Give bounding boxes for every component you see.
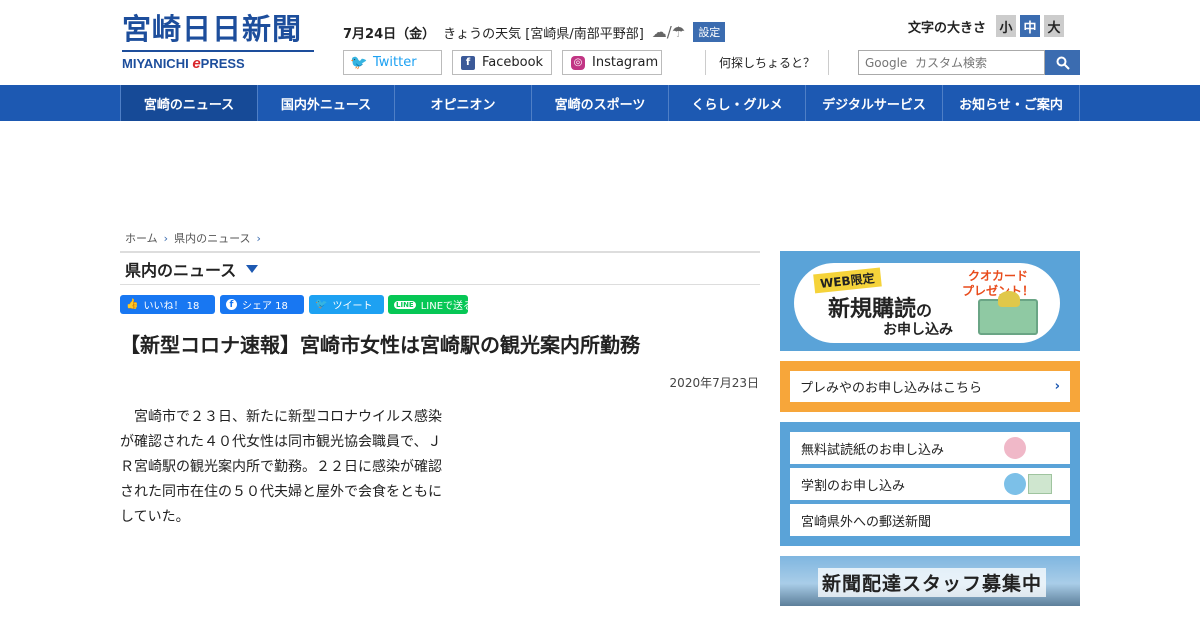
page: 宮崎日日新聞 MIYANICHI ePRESS 7月24日（金） きょうの天気 … — [0, 0, 1200, 630]
mail-delivery-link[interactable]: 宮崎県外への郵送新聞 — [790, 504, 1070, 536]
twitter-label: Twitter — [373, 55, 417, 70]
tweet-button[interactable]: 🐦 ツイート — [309, 295, 384, 314]
nav-item-domestic-international[interactable]: 国内外ニュース — [258, 85, 395, 121]
font-size-medium-button[interactable]: 中 — [1020, 15, 1041, 37]
school-building-icon — [1028, 474, 1052, 494]
article-date: 2020年7月23日 — [669, 376, 759, 390]
breadcrumb-home[interactable]: ホーム — [125, 230, 158, 246]
weather-label[interactable]: きょうの天気 [宮崎県/南部平野部] — [443, 23, 644, 42]
twitter-bird-icon: 🐦 — [315, 299, 328, 310]
subscribe-no-text: の — [916, 301, 933, 320]
twitter-button[interactable]: 🐦 Twitter — [343, 50, 442, 75]
quo-card-icon — [978, 291, 1038, 335]
font-size-selector: 文字の大きさ 小 中 大 — [908, 15, 1065, 37]
font-size-label: 文字の大きさ — [908, 20, 987, 36]
quo-card-present: クオカード プレゼント！ — [962, 269, 1035, 298]
free-trial-label: 無料試読紙のお申し込み — [801, 442, 945, 458]
mail-delivery-label: 宮崎県外への郵送新聞 — [801, 514, 932, 530]
instagram-icon: ◎ — [571, 55, 585, 70]
nav-item-sports[interactable]: 宮崎のスポーツ — [532, 85, 669, 121]
article-body: 宮崎市で２３日、新たに新型コロナウイルス感染が確認された４０代女性は同市観光協会… — [120, 405, 450, 530]
facebook-label: Facebook — [482, 55, 544, 70]
weather-cloud-umbrella-icon: ☁/☂ — [651, 23, 686, 41]
delivery-staff-banner[interactable]: 新聞配達スタッフ募集中 — [780, 556, 1080, 606]
facebook-icon: f — [461, 55, 475, 70]
subscribe-subtext: お申し込み — [883, 322, 953, 338]
mascot-icon — [1004, 437, 1026, 459]
logo-en-suffix: PRESS — [200, 56, 245, 71]
breadcrumb-section[interactable]: 県内のニュース — [174, 230, 250, 246]
chevron-right-icon: › — [256, 231, 261, 245]
chevron-right-icon: › — [1054, 379, 1060, 394]
nav-item-miyazaki-news[interactable]: 宮崎のニュース — [120, 85, 258, 121]
nav-item-life-gourmet[interactable]: くらし・グルメ — [669, 85, 806, 121]
fb-share-label: シェア 18 — [242, 301, 288, 312]
premi-label: プレみやのお申し込みはこちら — [800, 381, 983, 396]
nav-item-digital-services[interactable]: デジタルサービス — [806, 85, 943, 121]
logo-english: MIYANICHI ePRESS — [122, 55, 314, 72]
search-hint-link[interactable]: 何探しちょると？ — [705, 50, 829, 75]
line-share-button[interactable]: LINE LINEで送る — [388, 295, 473, 314]
site-logo[interactable]: 宮崎日日新聞 MIYANICHI ePRESS — [122, 12, 314, 74]
free-trial-link[interactable]: 無料試読紙のお申し込み — [790, 432, 1070, 464]
font-size-large-button[interactable]: 大 — [1044, 15, 1065, 37]
current-date: 7月24日（金） — [343, 26, 436, 42]
facebook-share-button[interactable]: f シェア 18 — [220, 295, 304, 314]
logo-e-mark: e — [192, 55, 201, 72]
search-input[interactable] — [858, 50, 1045, 75]
twitter-icon: 🐦 — [350, 54, 368, 71]
main-nav: 宮崎のニュース 国内外ニュース オピニオン 宮崎のスポーツ くらし・グルメ デジ… — [0, 85, 1200, 121]
section-title: 県内のニュース — [125, 260, 237, 280]
date-weather-bar: 7月24日（金） きょうの天気 [宮崎県/南部平野部] ☁/☂ 設定 — [343, 22, 726, 42]
instagram-label: Instagram — [592, 55, 659, 70]
instagram-button[interactable]: ◎ Instagram — [562, 50, 662, 75]
premi-apply-link[interactable]: プレみやのお申し込みはこちら › — [790, 371, 1070, 402]
student-discount-link[interactable]: 学割のお申し込み — [790, 468, 1070, 500]
subscription-links: 無料試読紙のお申し込み 学割のお申し込み 宮崎県外への郵送新聞 — [780, 422, 1080, 546]
site-search — [858, 50, 1080, 75]
facebook-like-button[interactable]: 👍 いいね！ 18 — [120, 295, 215, 314]
tweet-label: ツイート — [332, 301, 373, 312]
nav-item-notices[interactable]: お知らせ・ご案内 — [943, 85, 1080, 121]
search-button[interactable] — [1045, 50, 1080, 75]
dropdown-triangle-icon — [246, 264, 259, 273]
bird-mascot-icon — [1004, 473, 1026, 495]
premi-banner: プレみやのお申し込みはこちら › — [780, 361, 1080, 412]
section-header[interactable]: 県内のニュース — [120, 251, 760, 285]
line-label: LINEで送る — [420, 301, 474, 312]
staff-recruit-label: 新聞配達スタッフ募集中 — [818, 568, 1047, 597]
facebook-icon: f — [226, 299, 237, 310]
search-icon — [1056, 56, 1070, 70]
weather-setting-button[interactable]: 設定 — [693, 22, 726, 42]
article-title: 【新型コロナ速報】宮崎市女性は宮崎駅の観光案内所勤務 — [120, 333, 640, 357]
new-subscription-banner[interactable]: WEB限定 新規購読の お申し込み クオカード プレゼント！ — [780, 251, 1080, 351]
logo-divider — [122, 50, 314, 52]
article-paragraph: 宮崎市で２３日、新たに新型コロナウイルス感染が確認された４０代女性は同市観光協会… — [120, 409, 442, 525]
nav-item-opinion[interactable]: オピニオン — [395, 85, 532, 121]
student-discount-label: 学割のお申し込み — [801, 478, 906, 494]
logo-en-prefix: MIYANICHI — [122, 56, 193, 71]
chevron-right-icon: › — [163, 231, 169, 245]
line-icon: LINE — [394, 300, 416, 309]
facebook-button[interactable]: f Facebook — [452, 50, 552, 75]
logo-japanese: 宮崎日日新聞 — [122, 12, 303, 46]
like-label: いいね！ 18 — [143, 301, 200, 312]
font-size-small-button[interactable]: 小 — [996, 15, 1017, 37]
breadcrumb: ホーム › 県内のニュース › — [125, 230, 261, 246]
thumbs-up-icon: 👍 — [126, 299, 139, 310]
